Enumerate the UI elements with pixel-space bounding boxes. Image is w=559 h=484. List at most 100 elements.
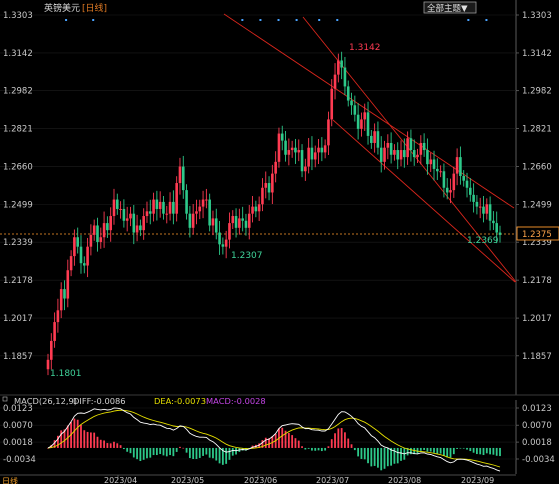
- macd-bar: [109, 443, 112, 448]
- macd-bar: [126, 447, 129, 452]
- candle-body: [96, 225, 99, 242]
- candle-body: [452, 173, 456, 191]
- macd-bar: [304, 447, 307, 450]
- macd-bar: [347, 438, 350, 448]
- candle-body: [419, 142, 423, 155]
- candle-body: [310, 147, 314, 160]
- price-tick-label-left: 1.2178: [3, 276, 33, 286]
- macd-bar: [462, 447, 465, 449]
- macd-bar: [281, 427, 284, 448]
- candle-body: [498, 232, 502, 235]
- macd-bar: [377, 447, 379, 468]
- macd-bar: [327, 446, 330, 448]
- candle-body: [112, 199, 116, 217]
- candle-body: [287, 150, 291, 155]
- macd-bar: [83, 430, 86, 448]
- macd-bar: [350, 444, 353, 448]
- macd-bar: [287, 432, 290, 448]
- macd-bar: [340, 428, 343, 448]
- macd-bar: [360, 447, 363, 459]
- macd-bar: [334, 433, 336, 448]
- candle-body: [376, 131, 380, 148]
- candle-body: [340, 60, 343, 68]
- candle-body: [350, 100, 353, 106]
- candle-body: [198, 206, 202, 212]
- candle-body: [208, 199, 211, 226]
- macd-bar: [175, 447, 178, 452]
- macd-bar: [485, 447, 488, 454]
- candle-body: [396, 150, 400, 160]
- macd-bar: [103, 440, 105, 448]
- macd-bar: [492, 447, 495, 455]
- candle-body: [403, 150, 406, 158]
- candle-body: [485, 204, 489, 214]
- candle-body: [257, 204, 261, 212]
- candle-body: [162, 201, 165, 214]
- candle-body: [195, 211, 198, 214]
- candle-body: [267, 183, 271, 193]
- macd-bar: [172, 447, 175, 457]
- macd-bar: [452, 447, 455, 455]
- macd-bar: [330, 439, 333, 448]
- macd-bar: [89, 432, 92, 448]
- price-tick-label-left: 1.1857: [3, 352, 33, 362]
- macd-bar: [169, 447, 171, 456]
- candle-body: [214, 218, 218, 233]
- candle-body: [254, 206, 258, 212]
- candle-body: [290, 147, 294, 151]
- macd-bar: [357, 447, 360, 457]
- candle-body: [337, 60, 340, 75]
- macd-bar: [155, 447, 158, 456]
- candle-body: [205, 199, 208, 201]
- event-markers: [65, 19, 488, 21]
- candle-body: [181, 166, 185, 191]
- candle-body: [155, 199, 159, 209]
- period-label: [日线]: [82, 2, 107, 14]
- macd-bar: [96, 436, 99, 448]
- candle-body: [79, 246, 83, 264]
- candle-body: [211, 218, 215, 226]
- candle-body: [135, 225, 139, 233]
- theme-dropdown[interactable]: 全部主题▼: [423, 1, 477, 14]
- candle-body: [244, 220, 248, 228]
- macd-bar: [443, 447, 445, 456]
- event-marker-dot: [259, 19, 262, 21]
- macd-bar: [218, 447, 221, 464]
- macd-bar: [235, 447, 237, 455]
- macd-bar: [119, 445, 122, 448]
- event-marker-dot: [467, 19, 470, 21]
- candle-body: [165, 213, 169, 215]
- event-marker-dot: [241, 19, 244, 21]
- candle-body: [409, 138, 413, 151]
- macd-bar: [208, 447, 211, 458]
- candle-body: [333, 74, 337, 89]
- candle-body: [383, 147, 386, 162]
- candle-body: [449, 190, 452, 193]
- candle-body: [442, 171, 446, 188]
- macd-bar: [429, 447, 432, 452]
- macd-bar: [449, 447, 452, 458]
- candle-body: [82, 263, 86, 266]
- macd-bar: [132, 447, 135, 458]
- candle-body: [406, 138, 409, 158]
- candle-body: [495, 223, 499, 233]
- candle-body: [370, 135, 373, 143]
- candle-body: [294, 147, 297, 153]
- candle-body: [178, 166, 182, 184]
- candle-body: [343, 67, 347, 87]
- candle-body: [59, 289, 63, 311]
- candle-body: [132, 213, 136, 233]
- macd-bar: [436, 447, 439, 454]
- candle-body: [475, 201, 479, 207]
- macd-bar: [459, 447, 462, 449]
- candle-body: [69, 256, 73, 271]
- macd-bar: [192, 447, 195, 459]
- candle-body: [102, 223, 106, 238]
- price-tick-label: 1.1857: [522, 352, 552, 362]
- candle-body: [66, 270, 70, 299]
- candle-body: [379, 147, 383, 162]
- candle-body: [129, 213, 132, 219]
- macd-bar: [396, 447, 399, 464]
- candle-body: [399, 150, 403, 160]
- candle-body: [416, 154, 419, 158]
